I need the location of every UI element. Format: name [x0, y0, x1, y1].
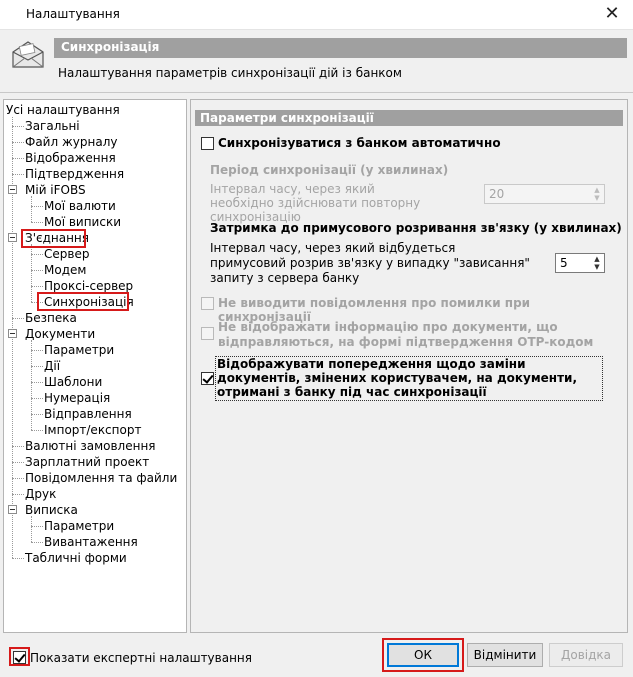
- tree-line: [31, 270, 43, 271]
- tree-item-all-settings[interactable]: Усі налаштування: [6, 102, 120, 118]
- tree-item-currency-orders[interactable]: Валютні замовлення: [25, 438, 156, 454]
- tree-item-my-statements[interactable]: Мої виписки: [44, 214, 121, 230]
- tree-item-display[interactable]: Відображення: [25, 150, 116, 166]
- tree-line: [31, 196, 32, 222]
- window-title: Налаштування: [26, 7, 120, 21]
- no-info-checkbox[interactable]: [201, 327, 214, 340]
- tree-line: [12, 158, 24, 159]
- tree-item-documents[interactable]: Документи: [25, 326, 95, 342]
- tree-line: [31, 382, 43, 383]
- tree-item-doc-parameters[interactable]: Параметри: [44, 342, 114, 358]
- tree-line: [31, 254, 43, 255]
- tree-line: [12, 558, 24, 559]
- period-value: 20: [489, 187, 505, 201]
- highlight-expert-checkbox: [9, 647, 30, 666]
- warn-replace-checkbox[interactable]: [201, 372, 214, 385]
- tree-line: [31, 430, 43, 431]
- no-info-label[interactable]: Не відображати інформацію про документи,…: [218, 320, 613, 350]
- tree-item-table-forms[interactable]: Табличні форми: [25, 550, 127, 566]
- section-description: Налаштування параметрів синхронізації ді…: [58, 66, 402, 80]
- settings-panel: Параметри синхронізації Синхронізуватися…: [190, 99, 628, 633]
- collapse-icon[interactable]: [8, 185, 17, 194]
- period-title: Період синхронізації (у хвилинах): [210, 163, 449, 177]
- tree-line: [31, 414, 43, 415]
- tree-line: [12, 478, 24, 479]
- spinner-arrows-icon: ▲ ▼: [594, 186, 600, 202]
- tree-item-print[interactable]: Друк: [25, 486, 56, 502]
- tree-item-confirmation[interactable]: Підтвердження: [25, 166, 124, 182]
- tree-line: [12, 142, 24, 143]
- header-divider: [0, 92, 633, 93]
- tree-item-server[interactable]: Сервер: [44, 246, 89, 262]
- tree-item-modem[interactable]: Модем: [44, 262, 86, 278]
- collapse-icon[interactable]: [8, 233, 17, 242]
- tree-line: [12, 318, 24, 319]
- tree-line: [31, 340, 32, 430]
- delay-spinner[interactable]: 5 ▲ ▼: [555, 253, 605, 273]
- tree-line: [31, 286, 43, 287]
- collapse-icon[interactable]: [8, 329, 17, 338]
- delay-title: Затримка до примусового розривання зв'яз…: [210, 221, 622, 235]
- tree-line: [12, 126, 24, 127]
- title-bar: Налаштування ✕: [0, 0, 633, 30]
- tree-line: [12, 446, 24, 447]
- tree-line: [31, 398, 43, 399]
- period-spinner[interactable]: 20 ▲ ▼: [484, 184, 605, 204]
- tree-line: [31, 366, 43, 367]
- settings-tree[interactable]: Усі налаштування Загальні Файл журналу В…: [3, 99, 187, 633]
- expert-settings-label[interactable]: Показати експертні налаштування: [30, 651, 252, 665]
- help-button[interactable]: Довідка: [549, 643, 623, 667]
- tree-item-statement-parameters[interactable]: Параметри: [44, 518, 114, 534]
- tree-item-actions[interactable]: Дії: [44, 358, 60, 374]
- warn-replace-label[interactable]: Відображувати попередження щодо заміни д…: [217, 357, 602, 399]
- tree-item-my-currencies[interactable]: Мої валюти: [44, 198, 116, 214]
- tree-line: [31, 222, 43, 223]
- highlight-connection: [21, 229, 86, 248]
- tree-item-export[interactable]: Вивантаження: [44, 534, 138, 550]
- tree-item-sending[interactable]: Відправлення: [44, 406, 132, 422]
- cancel-button[interactable]: Відмінити: [467, 643, 543, 667]
- auto-sync-checkbox[interactable]: [201, 137, 214, 150]
- tree-item-numbering[interactable]: Нумерація: [44, 390, 110, 406]
- delay-value: 5: [560, 256, 568, 270]
- period-description: Інтервал часу, через який необхідно здій…: [210, 182, 421, 224]
- highlight-synchronization: [37, 292, 129, 311]
- tree-line: [31, 350, 43, 351]
- delay-description: Інтервал часу, через який відбудеться пр…: [210, 241, 530, 285]
- collapse-icon[interactable]: [8, 505, 17, 514]
- tree-item-templates[interactable]: Шаблони: [44, 374, 102, 390]
- highlight-ok-button: [382, 638, 464, 672]
- tree-item-messages-files[interactable]: Повідомлення та файли: [25, 470, 177, 486]
- auto-sync-label[interactable]: Синхронізуватися з банком автоматично: [218, 136, 501, 150]
- section-title-band: Синхронізація: [54, 38, 627, 58]
- tree-item-security[interactable]: Безпека: [25, 310, 77, 326]
- tree-item-general[interactable]: Загальні: [25, 118, 80, 134]
- tree-line: [12, 174, 24, 175]
- tree-item-salary-project[interactable]: Зарплатний проект: [25, 454, 149, 470]
- tree-line: [31, 206, 43, 207]
- tree-line: [31, 542, 43, 543]
- tree-item-import-export[interactable]: Імпорт/експорт: [44, 422, 141, 438]
- tree-line: [31, 244, 32, 302]
- tree-item-statement[interactable]: Виписка: [25, 502, 78, 518]
- no-errors-checkbox[interactable]: [201, 297, 214, 310]
- panel-section-title: Параметри синхронізації: [195, 110, 623, 126]
- tree-line: [12, 494, 24, 495]
- tree-line: [31, 516, 32, 542]
- spinner-arrows-icon: ▲ ▼: [594, 255, 600, 271]
- tree-line: [12, 462, 24, 463]
- tree-item-my-ifobs[interactable]: Мій iFOBS: [25, 182, 86, 198]
- close-icon[interactable]: ✕: [601, 3, 623, 25]
- envelope-sync-icon: [12, 41, 44, 68]
- tree-item-log-file[interactable]: Файл журналу: [25, 134, 117, 150]
- tree-line: [31, 526, 43, 527]
